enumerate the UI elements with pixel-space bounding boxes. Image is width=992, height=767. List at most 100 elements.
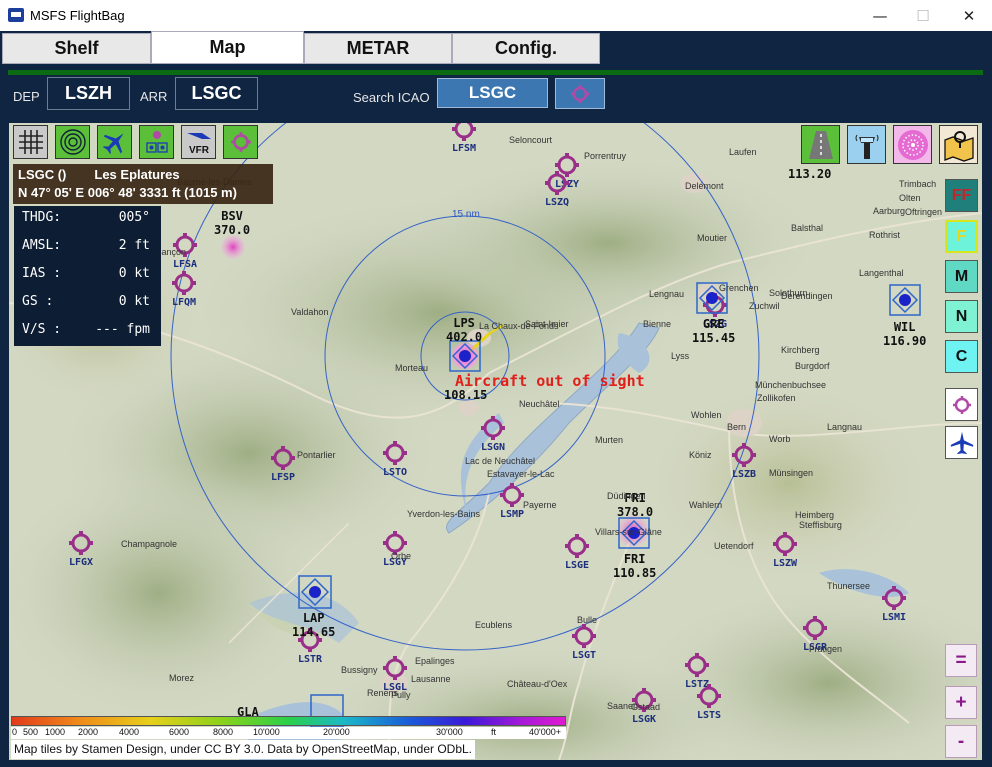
arr-label: ARR xyxy=(140,89,168,104)
runway-toggle-button[interactable] xyxy=(801,125,840,164)
town-label: Morez xyxy=(169,673,195,683)
ias-value: 0 kt xyxy=(118,266,150,281)
zoom-out-button[interactable]: - xyxy=(945,725,977,758)
dep-field[interactable]: LSZH xyxy=(47,77,130,110)
town-label: Orbe xyxy=(391,551,412,561)
legend-tick-label: ft xyxy=(491,727,497,737)
heading-value: 005° xyxy=(118,210,150,225)
legend-tick-label: 0 xyxy=(12,727,18,737)
atc-tower-button[interactable] xyxy=(847,125,886,164)
minimize-button[interactable]: — xyxy=(857,0,903,31)
center-aircraft-button[interactable] xyxy=(945,426,978,459)
town-label: Bienne xyxy=(643,319,672,329)
ndb-icon xyxy=(897,129,928,160)
town-label: Heimberg xyxy=(795,510,835,520)
town-label: Porrentruy xyxy=(584,151,627,161)
search-label: Search ICAO xyxy=(353,90,430,105)
town-label: Thunersee xyxy=(827,581,871,591)
airport-code: LSGC () xyxy=(18,167,67,182)
town-label: Olten xyxy=(899,193,921,203)
aircraft-out-of-sight-alert: Aircraft out of sight xyxy=(455,372,645,390)
town-label: Pontarlier xyxy=(297,450,336,460)
close-button[interactable]: ✕ xyxy=(946,0,992,31)
title-bar: MSFS FlightBag — ☐ ✕ xyxy=(0,0,992,31)
map-pin-icon xyxy=(943,130,974,162)
vor-label-wil: WIL 116.90 xyxy=(883,320,927,348)
filter-m-button[interactable]: M xyxy=(945,260,978,293)
town-label: Derendingen xyxy=(781,291,833,301)
airport-nav-icon xyxy=(145,131,168,153)
town-label: Trimbach xyxy=(899,179,937,189)
gs-label: GS : xyxy=(22,294,54,309)
tab-config[interactable]: Config. xyxy=(452,33,600,64)
zoom-in-button[interactable]: + xyxy=(945,686,977,719)
town-label: Bern xyxy=(727,422,747,432)
town-label: Payerne xyxy=(523,500,557,510)
ndb-toggle-button[interactable] xyxy=(893,125,932,164)
aircraft-icon xyxy=(950,431,973,454)
filter-ff-button[interactable]: FF xyxy=(945,179,978,212)
town-label: Epalinges xyxy=(415,656,455,666)
zoom-reset-button[interactable]: = xyxy=(945,644,977,677)
target-icon xyxy=(952,395,971,414)
filter-n-button[interactable]: N xyxy=(945,300,978,333)
tab-metar[interactable]: METAR xyxy=(304,33,452,64)
vfr-toggle-button[interactable]: VFR xyxy=(181,125,216,159)
center-airport-button[interactable] xyxy=(945,388,978,421)
town-label: Neuchâtel xyxy=(519,399,560,409)
vor-label-lap: LAP 114.65 xyxy=(292,611,336,639)
center-target-button[interactable] xyxy=(223,125,258,159)
filter-f-button[interactable]: F xyxy=(945,220,978,253)
vor-label-108: 108.15 xyxy=(444,388,488,402)
town-label: Morteau xyxy=(395,363,429,373)
tab-map[interactable]: Map xyxy=(151,31,304,64)
legend-tick-label: 4000 xyxy=(119,727,140,737)
dep-label: DEP xyxy=(13,89,40,104)
target-icon xyxy=(230,132,251,152)
town-label: Köniz xyxy=(689,450,712,460)
tab-bar: Shelf Map METAR Config. xyxy=(0,31,992,65)
town-label: Frutigen xyxy=(809,644,843,654)
arr-field[interactable]: LSGC xyxy=(175,77,258,110)
range-rings-toggle-button[interactable] xyxy=(55,125,90,159)
heading-label: THDG: xyxy=(22,210,62,225)
town-label: Aarburg xyxy=(873,206,906,216)
town-label: Château-d'Oex xyxy=(507,679,568,689)
app-icon xyxy=(8,8,24,22)
town-label: Wohlen xyxy=(691,410,722,420)
grid-toggle-button[interactable] xyxy=(13,125,48,159)
airports-toggle-button[interactable] xyxy=(139,125,174,159)
town-label: Gstaad xyxy=(631,702,661,712)
airport-info-panel: LSGC () Les Eplatures N 47° 05' E 006° 48… xyxy=(13,164,273,204)
town-label: Lausanne xyxy=(411,674,451,684)
town-label: Seloncourt xyxy=(509,135,553,145)
search-icao-input[interactable]: LSGC xyxy=(437,78,548,108)
status-line xyxy=(8,70,983,75)
town-label: Grenchen xyxy=(719,283,759,293)
town-label: Moutier xyxy=(697,233,728,243)
maximize-button[interactable]: ☐ xyxy=(900,0,946,31)
town-label: Villars-sur-Glâne xyxy=(595,527,662,537)
vfr-icon: VFR xyxy=(186,133,211,156)
legend-tick-label: 30'000 xyxy=(436,727,463,737)
town-label: Münchenbuchsee xyxy=(755,380,827,390)
town-label: Oftringen xyxy=(905,207,943,217)
radar-rings-icon xyxy=(59,129,86,155)
filter-c-button[interactable]: C xyxy=(945,340,978,373)
control-tower-icon xyxy=(855,134,878,159)
map-layer-button[interactable] xyxy=(939,125,978,164)
town-label: La Chaux-de-Fonds xyxy=(479,321,559,331)
search-button[interactable] xyxy=(555,78,605,109)
aircraft-toggle-button[interactable] xyxy=(97,125,132,159)
town-label: Burgdorf xyxy=(795,361,830,371)
town-label: Ecublens xyxy=(475,620,513,630)
window-title: MSFS FlightBag xyxy=(30,8,125,23)
legend-tick-label: 6000 xyxy=(169,727,190,737)
town-label: Zollikofen xyxy=(757,393,796,403)
vs-label: V/S : xyxy=(22,322,62,337)
tab-shelf[interactable]: Shelf xyxy=(2,33,151,64)
town-label: Langenthal xyxy=(859,268,904,278)
town-label: Champagnole xyxy=(121,539,178,549)
town-label: Bulle xyxy=(577,615,598,625)
town-label: Kirchberg xyxy=(781,345,820,355)
